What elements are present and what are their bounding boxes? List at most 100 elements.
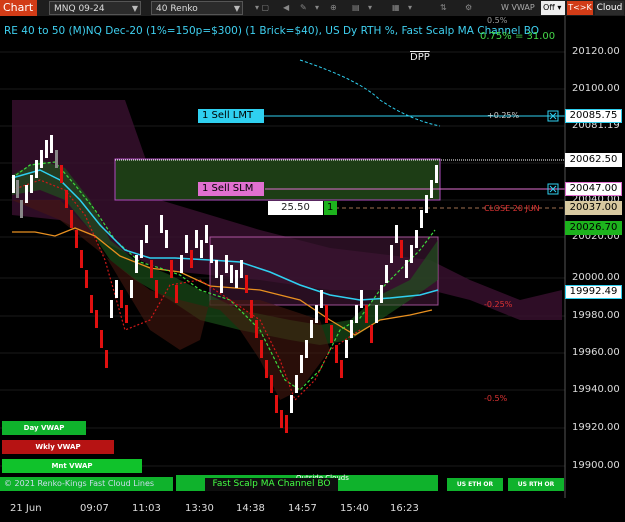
renko-brick bbox=[80, 250, 83, 268]
renko-brick bbox=[425, 195, 428, 213]
chevron-down-icon[interactable]: ▾ bbox=[315, 2, 319, 14]
renko-brick bbox=[90, 295, 93, 313]
renko-brick bbox=[260, 340, 263, 358]
renko-brick bbox=[250, 300, 253, 318]
renko-brick bbox=[220, 275, 223, 293]
renko-brick bbox=[290, 395, 293, 413]
copyright-text: © 2021 Renko-Kings Fast Cloud Lines bbox=[4, 479, 155, 488]
price-tick: 20000.00 bbox=[572, 272, 620, 283]
plus025-label: +0.25% bbox=[487, 111, 520, 120]
renko-brick bbox=[180, 255, 183, 273]
renko-brick bbox=[120, 290, 123, 308]
renko-brick bbox=[405, 260, 408, 278]
renko-brick bbox=[70, 210, 73, 228]
renko-brick bbox=[160, 215, 163, 233]
renko-brick bbox=[55, 150, 58, 168]
renko-brick bbox=[75, 230, 78, 248]
minus025-label: -0.25% bbox=[484, 300, 513, 309]
bar-type-selector[interactable]: 40 Renko ▼ bbox=[151, 1, 243, 15]
pct-label: 0.5% bbox=[487, 16, 508, 25]
renko-brick bbox=[285, 415, 288, 433]
renko-brick bbox=[195, 230, 198, 248]
vwap-state: Off bbox=[543, 3, 555, 12]
renko-brick bbox=[115, 280, 118, 298]
renko-brick bbox=[420, 210, 423, 228]
renko-brick bbox=[255, 320, 258, 338]
price-flag-ma: 19992.49 bbox=[565, 285, 622, 299]
price-tick: 19980.00 bbox=[572, 310, 620, 321]
renko-brick bbox=[415, 230, 418, 248]
renko-brick bbox=[135, 255, 138, 273]
renko-brick bbox=[225, 255, 228, 273]
sort-icon[interactable]: ⇅ bbox=[440, 2, 447, 14]
chevron-down-icon[interactable]: ▾ bbox=[368, 2, 372, 14]
price-tick: 19940.00 bbox=[572, 384, 620, 395]
time-tick: 16:23 bbox=[390, 503, 419, 514]
renko-brick bbox=[325, 305, 328, 323]
renko-brick bbox=[375, 305, 378, 323]
price-flag-lmt: 20085.75 bbox=[565, 109, 622, 123]
vwap-toggle[interactable]: Off ▾ bbox=[541, 1, 565, 15]
renko-brick bbox=[210, 245, 213, 263]
toolbar-icon-2[interactable]: ◀ bbox=[283, 2, 289, 14]
price-tick: 19920.00 bbox=[572, 422, 620, 433]
target-label: 0.75% = 31.00 bbox=[480, 31, 556, 42]
renko-brick bbox=[380, 285, 383, 303]
mnt-vwap-button[interactable]: Mnt VWAP bbox=[2, 459, 142, 473]
renko-brick bbox=[235, 270, 238, 288]
time-tick: 21 Jun bbox=[10, 503, 42, 514]
toolbar-icon-1[interactable]: ▾ ▢ bbox=[255, 2, 269, 14]
renko-brick bbox=[35, 160, 38, 178]
fast-scalp-button[interactable]: Fast Scalp MA Channel BO bbox=[205, 478, 338, 491]
renko-brick bbox=[60, 165, 63, 183]
renko-brick bbox=[345, 340, 348, 358]
renko-brick bbox=[140, 240, 143, 258]
gear-icon[interactable]: ⚙ bbox=[465, 2, 472, 14]
renko-brick bbox=[100, 330, 103, 348]
us-rth-button[interactable]: US RTH OR bbox=[508, 478, 564, 491]
price-tick: 20120.00 bbox=[572, 46, 620, 57]
bar-type-label: 40 Renko bbox=[156, 4, 198, 14]
chevron-down-icon[interactable]: ▾ bbox=[408, 2, 412, 14]
renko-brick bbox=[175, 285, 178, 303]
dpp-label: DPP bbox=[410, 52, 430, 63]
price-flag-upper: 20026.70 bbox=[565, 221, 622, 235]
crosshair-icon[interactable]: ⊕ bbox=[330, 2, 337, 14]
renko-brick bbox=[435, 165, 438, 183]
cloud-button[interactable]: Cloud bbox=[595, 1, 624, 15]
us-eth-button[interactable]: US ETH OR bbox=[447, 478, 503, 491]
renko-brick bbox=[310, 320, 313, 338]
time-tick: 14:57 bbox=[288, 503, 317, 514]
time-tick: 11:03 bbox=[132, 503, 161, 514]
renko-brick bbox=[110, 300, 113, 318]
close-label: CLOSE 20 JUN bbox=[484, 204, 540, 213]
renko-brick bbox=[230, 265, 233, 283]
renko-brick bbox=[16, 180, 19, 198]
renko-brick bbox=[335, 345, 338, 363]
position-qty: 1 bbox=[324, 201, 337, 215]
renko-brick bbox=[395, 225, 398, 243]
pencil-icon[interactable]: ✎ bbox=[300, 2, 307, 14]
instrument-selector[interactable]: MNQ 09-24 ▼ bbox=[49, 1, 141, 15]
wkly-vwap-button[interactable]: Wkly VWAP bbox=[2, 440, 114, 454]
renko-brick bbox=[95, 310, 98, 328]
sell-lmt-order[interactable]: 1 Sell LMT bbox=[198, 109, 264, 123]
price-tick: 19900.00 bbox=[572, 460, 620, 471]
renko-brick bbox=[205, 225, 208, 243]
renko-brick bbox=[265, 360, 268, 378]
price-flag-close: 20037.00 bbox=[565, 201, 622, 215]
renko-brick bbox=[355, 305, 358, 323]
vwap-label: W VWAP bbox=[501, 3, 535, 12]
renko-brick bbox=[305, 340, 308, 358]
template-icon[interactable]: ▤ bbox=[352, 2, 360, 14]
renko-brick bbox=[430, 180, 433, 198]
renko-brick bbox=[330, 325, 333, 343]
grid-icon[interactable]: ▦ bbox=[392, 2, 400, 14]
chevron-down-icon: ▼ bbox=[131, 4, 138, 13]
day-vwap-button[interactable]: Day VWAP bbox=[2, 421, 86, 435]
renko-brick bbox=[190, 250, 193, 268]
renko-brick bbox=[275, 395, 278, 413]
sell-slm-order[interactable]: 1 Sell SLM bbox=[198, 182, 264, 196]
chart-tab[interactable]: Chart bbox=[0, 0, 37, 16]
tk-button[interactable]: T<>K bbox=[567, 1, 593, 15]
